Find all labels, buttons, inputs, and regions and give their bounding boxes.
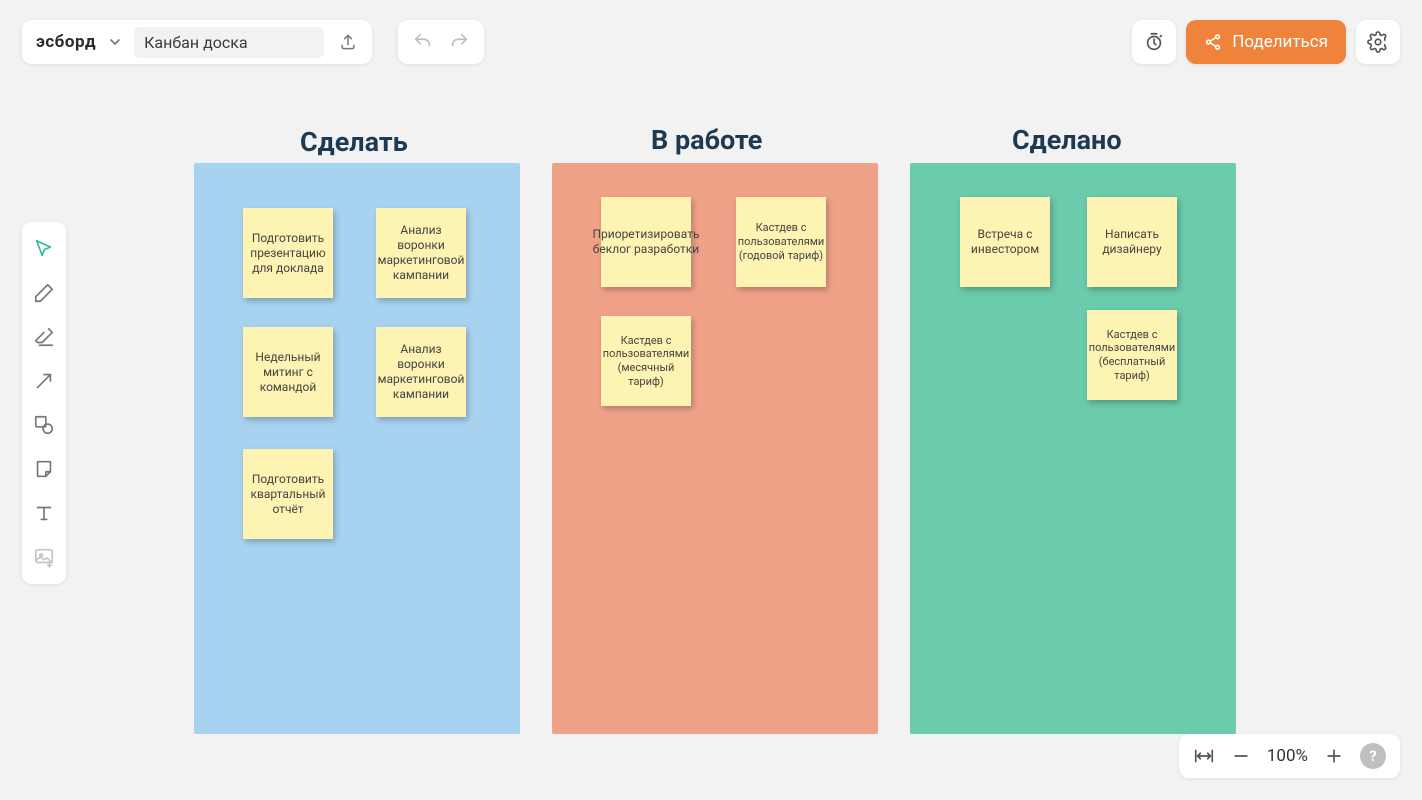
select-tool[interactable] (31, 236, 57, 262)
sticky-card[interactable]: Кастдев с пользователями (месячный тариф… (601, 316, 691, 406)
card-text: Кастдев с пользователями (месячный тариф… (603, 334, 690, 389)
arrow-tool[interactable] (31, 368, 57, 394)
column-title-done[interactable]: Сделано (1012, 124, 1122, 156)
card-text: Анализ воронки маркетинговой кампании (378, 342, 465, 402)
sticky-card[interactable]: Анализ воронки маркетинговой кампании (376, 208, 466, 298)
shape-tool[interactable] (31, 412, 57, 438)
card-text: Встреча с инвестором (966, 227, 1044, 257)
zoom-out-icon[interactable] (1231, 746, 1251, 766)
zoom-in-icon[interactable] (1324, 746, 1344, 766)
fit-width-icon[interactable] (1193, 745, 1215, 767)
redo-icon[interactable] (448, 31, 470, 53)
sticky-card[interactable]: Анализ воронки маркетинговой кампании (376, 327, 466, 417)
sticky-card[interactable]: Встреча с инвестором (960, 197, 1050, 287)
settings-button[interactable] (1356, 20, 1400, 64)
column-title-doing[interactable]: В работе (651, 124, 762, 156)
column-done[interactable] (910, 163, 1236, 734)
card-text: Приоретизировать беклог разработки (593, 227, 700, 257)
sticky-card[interactable]: Подготовить презентацию для доклада (243, 208, 333, 298)
pen-tool[interactable] (31, 280, 57, 306)
topbar-left: эсборд Канбан доска (22, 20, 372, 64)
toolbox (22, 222, 66, 584)
app-logo[interactable]: эсборд (36, 32, 96, 52)
text-tool[interactable] (31, 500, 57, 526)
card-text: Анализ воронки маркетинговой кампании (378, 223, 465, 283)
document-name-input[interactable]: Канбан доска (134, 27, 324, 58)
undo-redo-group (398, 20, 484, 64)
help-icon[interactable]: ? (1360, 743, 1386, 769)
column-title-todo[interactable]: Сделать (300, 126, 408, 158)
undo-icon[interactable] (412, 31, 434, 53)
card-text: Подготовить квартальный отчёт (249, 472, 327, 517)
share-button[interactable]: Поделиться (1186, 20, 1346, 64)
card-text: Написать дизайнеру (1093, 227, 1171, 257)
sticky-note-tool[interactable] (31, 456, 57, 482)
sticky-card[interactable]: Кастдев с пользователями (годовой тариф) (736, 197, 826, 287)
image-tool[interactable] (31, 544, 57, 570)
sticky-card[interactable]: Недельный митинг с командой (243, 327, 333, 417)
card-text: Кастдев с пользователями (бесплатный тар… (1089, 328, 1176, 383)
sticky-card[interactable]: Подготовить квартальный отчёт (243, 449, 333, 539)
timer-button[interactable] (1132, 20, 1176, 64)
card-text: Подготовить презентацию для доклада (249, 231, 327, 276)
card-text: Недельный митинг с командой (249, 350, 327, 395)
eraser-tool[interactable] (31, 324, 57, 350)
sticky-card[interactable]: Кастдев с пользователями (бесплатный тар… (1087, 310, 1177, 400)
zoom-bar: 100% ? (1179, 734, 1400, 778)
chevron-down-icon[interactable] (106, 33, 124, 51)
gear-icon (1367, 31, 1389, 53)
zoom-level[interactable]: 100% (1267, 746, 1308, 766)
sticky-card[interactable]: Написать дизайнеру (1087, 197, 1177, 287)
upload-icon[interactable] (334, 28, 362, 56)
clock-icon (1143, 31, 1165, 53)
share-icon (1204, 33, 1222, 51)
sticky-card[interactable]: Приоретизировать беклог разработки (601, 197, 691, 287)
card-text: Кастдев с пользователями (годовой тариф) (738, 221, 825, 262)
topbar-right: Поделиться (1132, 20, 1400, 64)
share-label: Поделиться (1232, 32, 1328, 52)
